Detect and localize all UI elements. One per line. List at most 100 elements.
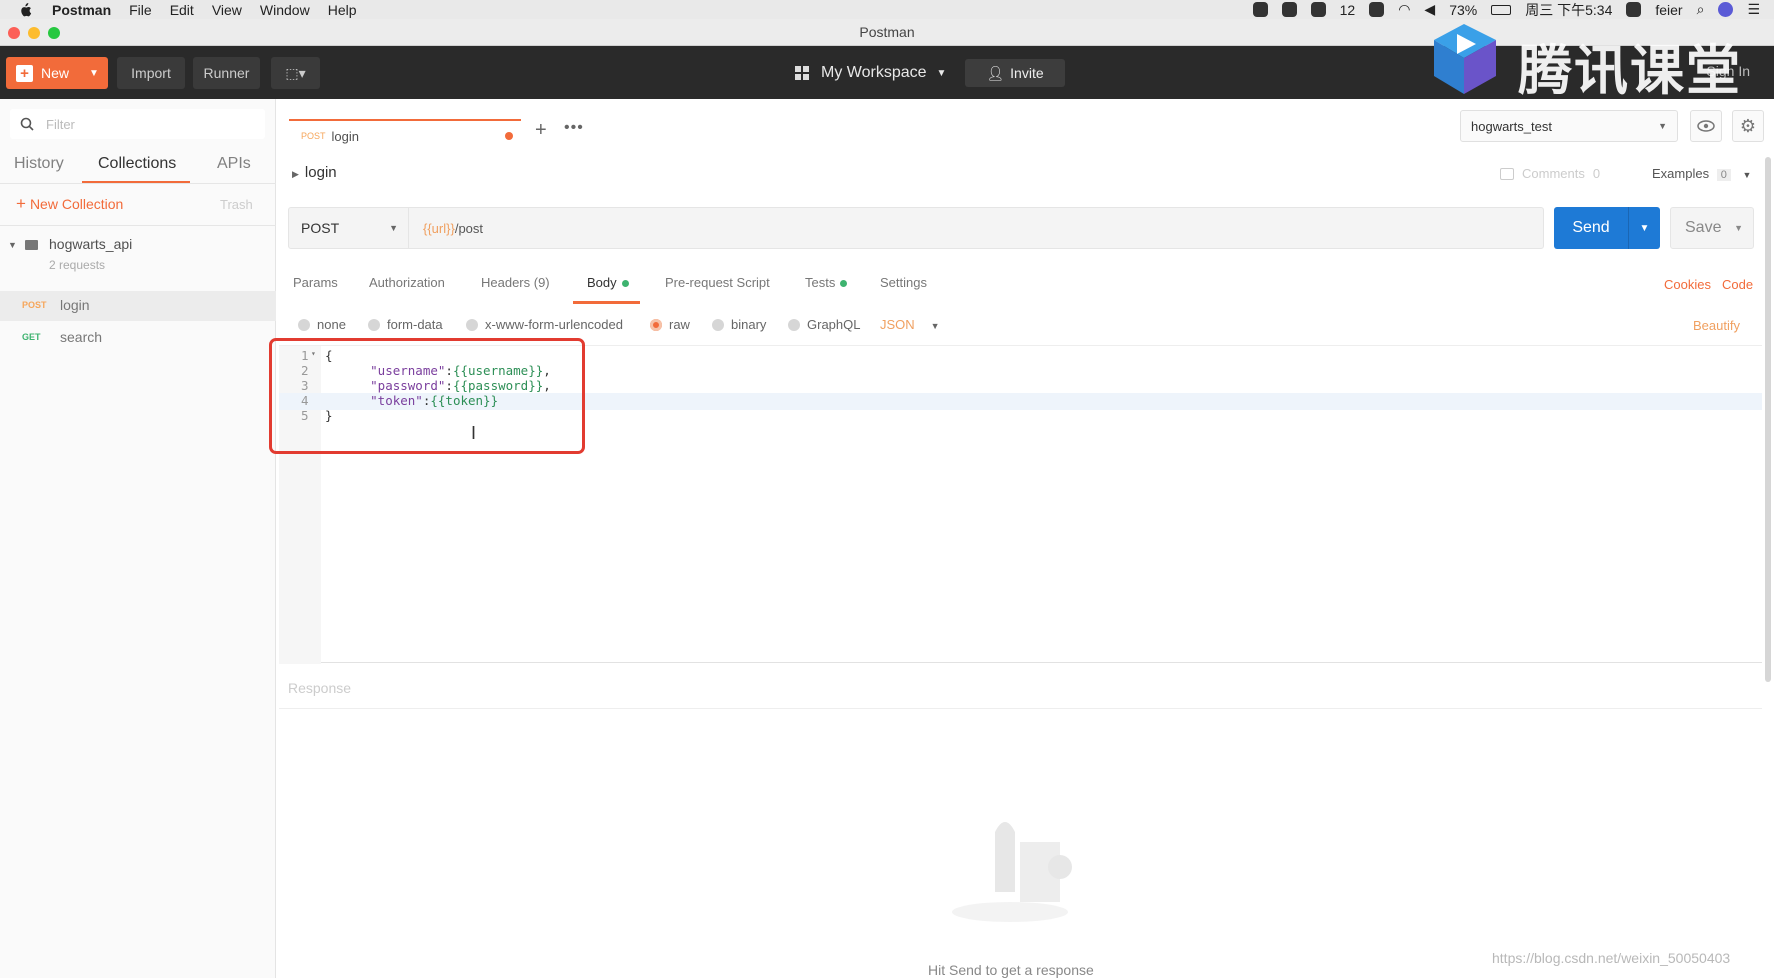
active-tab-underline [573, 301, 640, 304]
tab-params[interactable]: Params [293, 275, 338, 290]
new-tab-button[interactable]: + [535, 119, 547, 142]
chevron-down-icon: ▼ [389, 223, 398, 233]
wifi-icon[interactable]: ◠ [1398, 1, 1410, 18]
body-type-form-data[interactable]: form-data [368, 317, 443, 332]
input-method-icon[interactable] [1626, 2, 1642, 17]
docker-icon[interactable] [1369, 2, 1385, 17]
workspace-switcher[interactable]: My Workspace ▼ [795, 58, 946, 88]
manage-environments-button[interactable]: ⚙ [1732, 110, 1764, 142]
send-button[interactable]: Send ▼ [1554, 207, 1660, 249]
wechat-icon[interactable] [1310, 2, 1326, 17]
apple-icon[interactable] [18, 2, 32, 17]
filter-input[interactable]: Filter [10, 109, 265, 139]
tab-collections[interactable]: Collections [98, 155, 176, 173]
tab-tests-label: Tests [805, 275, 836, 290]
evernote-icon[interactable] [1281, 2, 1297, 17]
tab-prerequest-script[interactable]: Pre-request Script [665, 275, 770, 290]
unsaved-dot[interactable] [505, 132, 513, 140]
tab-apis[interactable]: APIs [217, 155, 251, 173]
menu-edit[interactable]: Edit [170, 2, 194, 18]
runner-button[interactable]: Runner [193, 57, 260, 89]
import-button[interactable]: Import [117, 57, 185, 89]
collection-name: hogwarts_api [49, 236, 133, 252]
minimize-window-button[interactable] [28, 27, 40, 39]
body-type-urlencoded[interactable]: x-www-form-urlencoded [466, 317, 623, 332]
sidebar-request-search[interactable]: GET search [0, 323, 276, 353]
radio-button[interactable] [466, 318, 478, 331]
comments-button[interactable]: Comments 0 [1500, 166, 1600, 181]
beautify-link[interactable]: Beautify [1693, 318, 1740, 333]
code-link[interactable]: Code [1722, 277, 1753, 292]
more-tabs-icon[interactable]: ••• [564, 119, 584, 137]
url-variable: {{url}} [423, 221, 455, 236]
new-collection-button[interactable]: + New Collection [16, 194, 123, 214]
url-input[interactable]: {{url}}/post [423, 221, 483, 236]
scrollbar[interactable] [1765, 157, 1771, 682]
body-type-none[interactable]: none [298, 317, 346, 332]
method-select[interactable]: POST ▼ [289, 208, 409, 248]
menu-help[interactable]: Help [328, 2, 357, 18]
examples-dropdown[interactable]: Examples 0 ▼ [1652, 166, 1751, 181]
menu-window[interactable]: Window [260, 2, 310, 18]
option-label: x-www-form-urlencoded [485, 317, 623, 332]
radio-button[interactable] [368, 318, 380, 331]
add-user-icon: 👤︎ [986, 64, 1005, 81]
menu-app-name[interactable]: Postman [52, 2, 111, 18]
tab-headers[interactable]: Headers (9) [481, 275, 550, 290]
trash-link[interactable]: Trash [220, 197, 253, 212]
close-window-button[interactable] [8, 27, 20, 39]
collection-item[interactable]: ▼ hogwarts_api 2 requests [8, 234, 268, 284]
tab-body[interactable]: Body [587, 275, 629, 290]
spotlight-search-icon[interactable]: ⌕ [1697, 1, 1705, 18]
invite-button[interactable]: 👤︎ Invite [965, 59, 1065, 87]
volume-icon[interactable]: ◀ [1424, 1, 1435, 18]
eye-icon [1697, 120, 1715, 132]
chevron-down-icon[interactable]: ▼ [1734, 223, 1743, 233]
tab-settings[interactable]: Settings [880, 275, 927, 290]
chevron-down-icon: ▼ [930, 321, 940, 331]
radio-button-selected[interactable] [650, 318, 662, 331]
body-type-graphql[interactable]: GraphQL [788, 317, 860, 332]
radio-button[interactable] [712, 318, 724, 331]
watermark-text: 腾讯课堂 [1518, 39, 1742, 102]
sidebar-request-login[interactable]: POST login [0, 291, 276, 321]
divider [0, 183, 276, 184]
new-window-button[interactable]: ⬚▾ [271, 57, 320, 89]
chevron-down-icon[interactable]: ▼ [8, 240, 17, 250]
notification-center-icon[interactable]: ☰ [1747, 1, 1760, 18]
body-format-select[interactable]: JSON ▼ [880, 317, 940, 332]
request-tab-login[interactable]: POST login [289, 119, 521, 151]
body-type-raw[interactable]: raw [650, 317, 690, 332]
breadcrumb[interactable]: ▶ login [292, 164, 337, 181]
environment-value: hogwarts_test [1471, 118, 1552, 134]
request-name: login [60, 297, 90, 313]
tab-tests[interactable]: Tests [805, 275, 848, 290]
url-path: /post [454, 221, 484, 236]
save-button[interactable]: Save ▼ [1670, 207, 1754, 249]
clock[interactable]: 周三 下午5:34 [1525, 0, 1612, 20]
cookies-link[interactable]: Cookies [1664, 277, 1711, 292]
maximize-window-button[interactable] [48, 27, 60, 39]
radio-button[interactable] [788, 318, 800, 331]
username[interactable]: feier [1655, 2, 1682, 18]
invite-label: Invite [1010, 65, 1044, 81]
body-type-binary[interactable]: binary [712, 317, 766, 332]
tab-history[interactable]: History [14, 155, 64, 173]
menu-view[interactable]: View [212, 2, 242, 18]
tab-authorization[interactable]: Authorization [369, 275, 445, 290]
radio-button[interactable] [298, 318, 310, 331]
qq-icon[interactable] [1252, 2, 1268, 17]
tencent-classroom-logo [1434, 24, 1496, 94]
environment-quick-look-button[interactable] [1690, 110, 1722, 142]
empty-response-message: Hit Send to get a response [928, 962, 1094, 978]
chevron-down-icon[interactable]: ▼ [89, 68, 99, 79]
divider [279, 708, 1762, 709]
environment-select[interactable]: hogwarts_test ▼ [1460, 110, 1678, 142]
collection-count: 2 requests [49, 258, 106, 272]
battery-icon[interactable] [1491, 4, 1512, 15]
new-button[interactable]: + New ▼ [6, 57, 108, 89]
siri-icon[interactable] [1718, 2, 1734, 17]
window-title-bar: Postman [0, 19, 1774, 46]
menu-file[interactable]: File [129, 2, 152, 18]
chevron-down-icon[interactable]: ▼ [1629, 223, 1660, 234]
